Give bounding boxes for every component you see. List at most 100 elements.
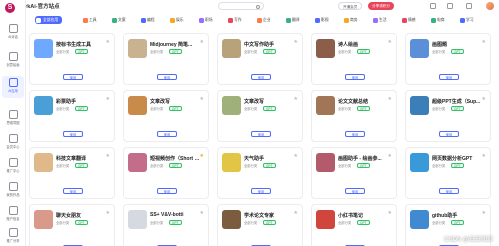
sidebar-item-2[interactable]: AI应用	[2, 76, 24, 98]
use-button[interactable]: 使用	[157, 74, 177, 80]
app-card[interactable]: 中文写作助手 ★ 全部分类 GPT 使用	[217, 33, 303, 85]
avatar[interactable]	[486, 2, 494, 10]
member-button[interactable]: 开通会员	[338, 2, 363, 10]
app-card-description	[34, 118, 112, 128]
app-thumbnail	[128, 96, 147, 115]
category-label: 翻译	[292, 18, 300, 22]
app-card-category: 全部分类	[244, 164, 258, 168]
use-button[interactable]: 使用	[439, 131, 459, 137]
star-icon[interactable]: ★	[106, 211, 110, 216]
star-icon[interactable]: ★	[294, 40, 298, 45]
star-icon[interactable]: ★	[294, 97, 298, 102]
app-card[interactable]: SS+ V&V-botti★全部分类GPT使用	[123, 204, 209, 246]
star-icon[interactable]: ★	[482, 154, 486, 159]
app-card-description	[410, 118, 488, 128]
sidebar-item-7[interactable]: 账户信息	[2, 204, 24, 226]
model-badge: GPT	[357, 105, 370, 111]
star-icon[interactable]: ★	[482, 211, 486, 216]
model-badge: GPT	[451, 219, 464, 225]
sidebar-item-label: 账户信息	[6, 217, 20, 221]
user-icon[interactable]	[447, 3, 453, 9]
app-card[interactable]: 诗人绘画 ★ 全部分类 GPT 使用	[311, 33, 397, 85]
search-input[interactable]	[218, 2, 264, 10]
category-tab[interactable]: 翻译	[285, 16, 300, 24]
category-tab[interactable]: 文案	[111, 16, 126, 24]
star-icon[interactable]: ★	[106, 97, 110, 102]
use-button[interactable]: 使用	[157, 188, 177, 194]
use-button[interactable]: 使用	[439, 74, 459, 80]
sidebar-item-1[interactable]: 创意绘画	[2, 50, 24, 72]
app-card[interactable]: 彩票助手 ★ 全部分类 GPT 使用	[29, 90, 115, 142]
category-tab[interactable]: 影视	[314, 16, 329, 24]
use-button[interactable]: 使用	[251, 131, 271, 137]
sidebar-item-3[interactable]: 思维导图	[2, 108, 24, 130]
app-thumbnail	[128, 39, 147, 58]
app-card[interactable]: 科技文章翻译 ★ 全部分类 GPT 使用	[29, 147, 115, 199]
star-icon[interactable]: ★	[200, 97, 204, 102]
app-card[interactable]: 画图助手 - 绘画参... ★ 全部分类 GPT 使用	[311, 147, 397, 199]
star-icon[interactable]: ★	[200, 154, 204, 159]
use-button[interactable]: 使用	[63, 131, 83, 137]
app-card-category: 全部分类	[56, 164, 70, 168]
category-tab[interactable]: 电商	[430, 16, 445, 24]
category-tab[interactable]: 写作	[227, 16, 242, 24]
use-button[interactable]: 使用	[345, 131, 365, 137]
category-tab[interactable]: 编程	[140, 16, 155, 24]
bell-icon[interactable]	[430, 3, 436, 9]
star-icon[interactable]: ★	[200, 40, 204, 45]
category-icon	[36, 18, 41, 23]
category-tab[interactable]: 娱乐	[169, 16, 184, 24]
app-thumbnail	[316, 153, 335, 172]
use-button[interactable]: 使用	[345, 74, 365, 80]
sidebar-item-4[interactable]: 会员中心	[2, 132, 24, 154]
app-card[interactable]: 画图题 ★ 全部分类 GPT 使用	[405, 33, 491, 85]
use-button[interactable]: 使用	[63, 74, 83, 80]
use-button[interactable]: 使用	[439, 188, 459, 194]
category-tab[interactable]: 职场	[198, 16, 213, 24]
sidebar-item-5[interactable]: 推广中心	[2, 156, 24, 178]
category-tab[interactable]: 商务	[343, 16, 358, 24]
app-card[interactable]: Midjourney 简笔... ★ 全部分类 GPT 使用	[123, 33, 209, 85]
star-icon[interactable]: ★	[106, 154, 110, 159]
category-tab[interactable]: 企业	[256, 16, 271, 24]
star-icon[interactable]: ★	[294, 211, 298, 216]
app-card[interactable]: 超级PPT生成（Sup... ★ 全部分类 GPT 使用	[405, 90, 491, 142]
share-points-button[interactable]: 分享领积分	[368, 2, 394, 10]
star-icon[interactable]: ★	[482, 40, 486, 45]
category-label: 生活	[379, 18, 387, 22]
app-card[interactable]: 文章改写 ★ 全部分类 GPT 使用	[217, 90, 303, 142]
app-card[interactable]: 天气助手 ★ 全部分类 GPT 使用	[217, 147, 303, 199]
star-icon[interactable]: ★	[106, 40, 110, 45]
use-button[interactable]: 使用	[345, 188, 365, 194]
star-icon[interactable]: ★	[294, 154, 298, 159]
sidebar-item-8[interactable]: 推广分享	[2, 226, 24, 246]
star-icon[interactable]: ★	[388, 211, 392, 216]
app-card[interactable]: 学术论文专家★全部分类GPT使用	[217, 204, 303, 246]
settings-icon[interactable]	[466, 3, 472, 9]
category-tab[interactable]: 工具	[82, 16, 97, 24]
app-card[interactable]: 论文文献总结 ★ 全部分类 GPT 使用	[311, 90, 397, 142]
star-icon[interactable]: ★	[388, 154, 392, 159]
star-icon[interactable]: ★	[482, 97, 486, 102]
app-card[interactable]: 文章改写 ★ 全部分类 GPT 使用	[123, 90, 209, 142]
category-tab[interactable]: 学习	[459, 16, 474, 24]
star-icon[interactable]: ★	[388, 97, 392, 102]
app-card[interactable]: 小红书笔记★全部分类GPT使用	[311, 204, 397, 246]
use-button[interactable]: 使用	[157, 131, 177, 137]
star-icon[interactable]: ★	[388, 40, 392, 45]
use-button[interactable]: 使用	[251, 74, 271, 80]
app-card[interactable]: 按标书生成工具 ★ 全部分类 GPT 使用	[29, 33, 115, 85]
category-tab[interactable]: 情感	[401, 16, 416, 24]
category-tab[interactable]: 生活	[372, 16, 387, 24]
app-card[interactable]: 网页数据分析GPT ★ 全部分类 GPT 使用	[405, 147, 491, 199]
use-button[interactable]: 使用	[251, 188, 271, 194]
category-tab[interactable]: 全部应用	[35, 16, 63, 24]
star-icon[interactable]: ★	[200, 211, 204, 216]
model-badge: GPT	[357, 48, 370, 54]
use-button[interactable]: 使用	[63, 188, 83, 194]
sidebar-item-0[interactable]: AI对话	[2, 22, 24, 44]
app-card[interactable]: 聊天女朋友★全部分类GPT使用	[29, 204, 115, 246]
app-card-description	[222, 118, 300, 128]
sidebar-item-6[interactable]: 我的作品	[2, 180, 24, 202]
app-card[interactable]: 短视频创作（Short V... ★ 全部分类 GPT 使用	[123, 147, 209, 199]
